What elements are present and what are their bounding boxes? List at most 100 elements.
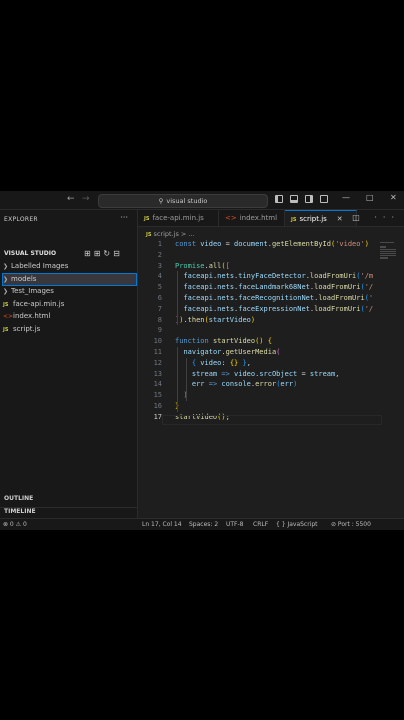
minimize-button[interactable]: — [342, 193, 350, 202]
code-text: ]).then(startVideo) [175, 315, 256, 324]
code-line[interactable]: 11 navigator.getUserMedia( [138, 347, 378, 358]
split-editor-icon[interactable]: ◫ ··· [352, 213, 400, 222]
close-window-button[interactable]: ✕ [390, 193, 397, 202]
tree-item-label: script.js [13, 324, 41, 333]
workspace-section-title[interactable]: VISUAL STUDIO [4, 250, 56, 257]
code-line[interactable]: 2 [138, 250, 378, 261]
editor-tabs: JS face-api.min.js <> index.html JS script.… [138, 210, 404, 227]
code-text: faceapi.nets.faceLandmark68Net.loadFromU… [183, 283, 374, 292]
line-number: 14 [153, 380, 162, 389]
line-number: 11 [153, 348, 162, 356]
line-number: 12 [153, 358, 162, 367]
explorer-more-icon[interactable]: ··· [120, 213, 128, 222]
code-line[interactable]: 9 [138, 325, 378, 336]
breadcrumb-text: script.js > ... [153, 230, 195, 238]
tab-label: index.html [239, 214, 278, 222]
tree-item-test-images[interactable]: ❯ Test_Images [3, 286, 136, 297]
tree-item-label: models [11, 274, 37, 283]
line-number: 8 [157, 315, 162, 324]
command-center-search[interactable]: ⚲ visual studio [98, 194, 268, 208]
close-tab-icon[interactable]: ✕ [337, 215, 343, 223]
code-line[interactable]: 16} [138, 401, 378, 412]
breadcrumb[interactable]: JS script.js > ... [146, 230, 195, 238]
tab-label: face-api.min.js [152, 214, 204, 222]
indent-guide [186, 357, 187, 401]
js-file-icon: JS [144, 216, 150, 222]
search-text: visual studio [166, 197, 208, 205]
code-line[interactable]: 13 stream => video.srcObject = stream, [138, 369, 378, 380]
code-text: faceapi.nets.faceExpressionNet.loadFromU… [183, 304, 374, 313]
tab-index-html[interactable]: <> index.html [219, 210, 285, 226]
code-line[interactable]: 15 ) [138, 390, 378, 401]
tree-item-label: Labelled Images [11, 262, 69, 270]
code-line[interactable]: 5 faceapi.nets.faceLandmark68Net.loadFro… [138, 282, 378, 293]
chevron-right-icon: ❯ [3, 275, 9, 283]
indentation-setting[interactable]: Spaces: 2 [189, 519, 218, 530]
html-file-icon: <> [3, 313, 14, 320]
minimap[interactable] [380, 242, 398, 272]
tree-item-face-api-min-js[interactable]: JS face-api.min.js [3, 299, 136, 310]
explorer-sidebar: EXPLORER ··· VISUAL STUDIO ⊞⊞↻⊟ ❯ Labelle… [0, 210, 138, 518]
code-text: faceapi.nets.tinyFaceDetector.loadFromUr… [183, 272, 374, 281]
line-number: 5 [157, 283, 162, 292]
code-line[interactable]: 3 Promise.all([ [138, 261, 378, 272]
language-mode[interactable]: { } JavaScript [276, 519, 318, 530]
line-number: 13 [153, 369, 162, 378]
timeline-section[interactable]: TIMELINE [4, 508, 36, 515]
code-line[interactable]: 8 ]).then(startVideo) [138, 315, 378, 326]
explorer-header: EXPLORER [4, 216, 38, 223]
tab-script-js[interactable]: JS script.js ✕ [285, 210, 357, 226]
html-file-icon: <> [225, 214, 237, 222]
tree-item-labelled-images[interactable]: ❯ Labelled Images [3, 261, 136, 272]
forward-arrow-icon[interactable]: → [82, 194, 90, 204]
line-number: 6 [157, 294, 162, 302]
toggle-panel-icon[interactable] [290, 195, 298, 203]
line-number: 1 [157, 240, 162, 248]
code-text: err => console.error(err) [191, 380, 298, 389]
chevron-right-icon: ❯ [3, 288, 9, 295]
live-server-port[interactable]: ⊘ Port : 5500 [331, 519, 371, 530]
tab-face-api-min-js[interactable]: JS face-api.min.js [138, 210, 219, 226]
code-text: faceapi.nets.faceRecognitionNet.loadFrom… [183, 294, 374, 302]
code-line[interactable]: 12 { video: {} }, [138, 358, 378, 369]
line-number: 10 [153, 337, 162, 346]
cursor-position[interactable]: Ln 17, Col 14 [142, 519, 182, 530]
code-text: navigator.getUserMedia( [183, 348, 281, 356]
explorer-toolbar-icons[interactable]: ⊞⊞↻⊟ [84, 249, 123, 258]
js-file-icon: JS [3, 326, 9, 333]
code-line[interactable]: 14 err => console.error(err) [138, 379, 378, 390]
indent-guide [177, 347, 178, 412]
js-file-icon: JS [146, 232, 152, 238]
line-number: 16 [153, 402, 162, 410]
code-line[interactable]: 10 function startVideo() { [138, 336, 378, 347]
tree-item-label: face-api.min.js [13, 299, 65, 308]
code-text: const video = document.getElementById('v… [175, 240, 369, 248]
code-line[interactable]: 7 faceapi.nets.faceExpressionNet.loadFro… [138, 304, 378, 315]
problems-indicator[interactable]: ⊗ 0 ⚠ 0 [3, 519, 27, 530]
maximize-button[interactable]: □ [366, 193, 374, 202]
search-icon: ⚲ [158, 197, 164, 205]
line-number: 2 [157, 250, 162, 259]
encoding-setting[interactable]: UTF-8 [226, 519, 244, 530]
toggle-primary-sidebar-icon[interactable] [275, 195, 283, 203]
line-number: 15 [153, 391, 162, 400]
tree-item-models[interactable]: ❯ models [2, 272, 137, 286]
code-line[interactable]: 1 const video = document.getElementById('… [138, 239, 378, 250]
indent-guide [177, 271, 178, 326]
toggle-secondary-sidebar-icon[interactable] [305, 195, 313, 203]
line-number: 3 [157, 261, 162, 270]
code-line[interactable]: 4 faceapi.nets.tinyFaceDetector.loadFrom… [138, 271, 378, 282]
tree-item-index-html[interactable]: <>index.html [3, 311, 136, 322]
eol-setting[interactable]: CRLF [253, 519, 268, 530]
back-arrow-icon[interactable]: ← [67, 194, 75, 204]
line-number: 9 [157, 326, 162, 335]
customize-layout-icon[interactable] [320, 195, 328, 203]
tree-item-label: Test_Images [11, 287, 54, 295]
code-editor[interactable]: 1 const video = document.getElementById('… [138, 239, 404, 519]
line-number: 7 [157, 304, 162, 313]
code-text: function startVideo() { [175, 337, 272, 346]
chevron-right-icon: ❯ [3, 263, 9, 270]
tree-item-script-js[interactable]: JS script.js [3, 324, 136, 335]
code-line[interactable]: 6 faceapi.nets.faceRecognitionNet.loadFr… [138, 293, 378, 304]
outline-section[interactable]: OUTLINE [4, 495, 33, 502]
